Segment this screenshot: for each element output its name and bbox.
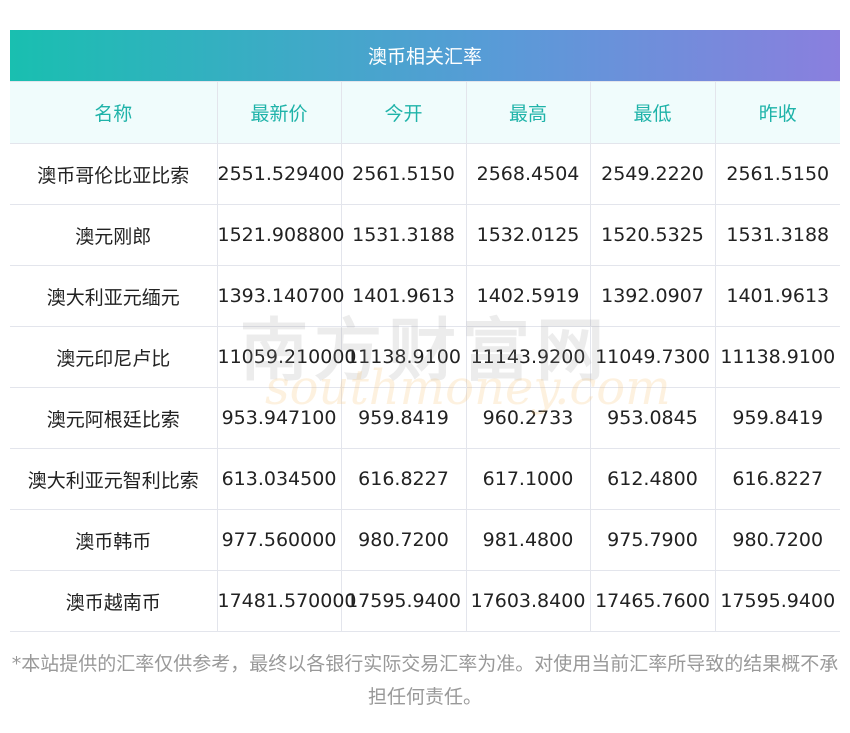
table-row: 澳元刚郎 1521.908800 1531.3188 1532.0125 1520.53… xyxy=(10,204,840,266)
rate-cell: 616.8227 xyxy=(714,448,840,510)
currency-name: 澳币韩币 xyxy=(10,509,218,571)
table-row: 澳元阿根廷比索 953.947100 959.8419 960.2733 953.084… xyxy=(10,387,840,449)
table-row: 澳大利亚元智利比索 613.034500 616.8227 617.1000 612.4… xyxy=(10,448,840,510)
table-row: 澳币哥伦比亚比索 2551.529400 2561.5150 2568.4504 254… xyxy=(10,143,840,205)
rate-cell: 975.7900 xyxy=(589,509,716,571)
rate-cell: 612.4800 xyxy=(589,448,716,510)
rate-cell: 1520.5325 xyxy=(589,204,716,266)
currency-name: 澳大利亚元智利比索 xyxy=(10,448,218,510)
exchange-rate-table: 名称 最新价 今开 最高 最低 昨收 澳币哥伦比亚比索 2551.529400 2561.51… xyxy=(10,81,840,632)
rate-cell: 17595.9400 xyxy=(714,570,840,632)
rate-cell: 17465.7600 xyxy=(589,570,716,632)
rate-cell: 1531.3188 xyxy=(340,204,467,266)
rate-cell: 980.7200 xyxy=(714,509,840,571)
rate-cell: 1521.908800 xyxy=(216,204,344,266)
currency-name: 澳元印尼卢比 xyxy=(10,326,218,388)
rate-cell: 2568.4504 xyxy=(465,143,591,205)
rate-cell: 1532.0125 xyxy=(465,204,591,266)
rate-cell: 1401.9613 xyxy=(714,265,840,327)
rate-cell: 1393.140700 xyxy=(216,265,344,327)
rate-cell: 977.560000 xyxy=(216,509,342,571)
table-row: 澳币越南币 17481.570000 17595.9400 17603.8400 174… xyxy=(10,570,840,632)
rate-cell: 959.8419 xyxy=(340,387,467,449)
rate-cell: 17603.8400 xyxy=(465,570,591,632)
currency-name: 澳币哥伦比亚比索 xyxy=(10,143,218,205)
rate-cell: 11143.9200 xyxy=(465,326,591,388)
column-header: 最新价 xyxy=(216,81,342,144)
rate-cell: 17595.9400 xyxy=(340,570,467,632)
rate-cell: 980.7200 xyxy=(340,509,467,571)
currency-name: 澳元阿根廷比索 xyxy=(10,387,218,449)
table-row: 澳币韩币 977.560000 980.7200 981.4800 975.7900 98… xyxy=(10,509,840,571)
table-row: 澳大利亚元缅元 1393.140700 1401.9613 1402.5919 1392… xyxy=(10,265,840,327)
rate-cell: 953.947100 xyxy=(216,387,342,449)
column-header: 今开 xyxy=(340,81,467,144)
rate-cell: 2551.529400 xyxy=(216,143,344,205)
header-row: 名称 最新价 今开 最高 最低 昨收 xyxy=(10,81,840,144)
rate-cell: 960.2733 xyxy=(465,387,591,449)
table-row: 澳元印尼卢比 11059.210000 11138.9100 11143.9200 11… xyxy=(10,326,840,388)
rate-cell: 11059.210000 xyxy=(216,326,357,388)
rate-cell: 1401.9613 xyxy=(340,265,467,327)
disclaimer: *本站提供的汇率仅供参考，最终以各银行实际交易汇率为准。对使用当前汇率所导致的结… xyxy=(11,653,839,708)
rate-cell: 17481.570000 xyxy=(216,570,357,632)
rate-cell: 11138.9100 xyxy=(340,326,467,388)
rate-cell: 2549.2220 xyxy=(589,143,716,205)
currency-name: 澳元刚郎 xyxy=(10,204,218,266)
column-header: 名称 xyxy=(10,81,218,144)
rate-cell: 11138.9100 xyxy=(714,326,840,388)
currency-name: 澳大利亚元缅元 xyxy=(10,265,218,327)
rate-cell: 1531.3188 xyxy=(714,204,840,266)
column-header: 最低 xyxy=(589,81,716,144)
rate-cell: 2561.5150 xyxy=(714,143,840,205)
rate-cell: 11049.7300 xyxy=(589,326,716,388)
column-header: 昨收 xyxy=(714,81,840,144)
rate-cell: 613.034500 xyxy=(216,448,342,510)
column-header: 最高 xyxy=(465,81,591,144)
currency-name: 澳币越南币 xyxy=(10,570,218,632)
rate-cell: 953.0845 xyxy=(589,387,716,449)
rate-cell: 616.8227 xyxy=(340,448,467,510)
rate-cell: 1402.5919 xyxy=(465,265,591,327)
rate-cell: 617.1000 xyxy=(465,448,591,510)
rate-cell: 2561.5150 xyxy=(340,143,467,205)
table-title: 澳币相关汇率 xyxy=(10,30,840,81)
rate-cell: 981.4800 xyxy=(465,509,591,571)
rate-cell: 959.8419 xyxy=(714,387,840,449)
rate-cell: 1392.0907 xyxy=(589,265,716,327)
